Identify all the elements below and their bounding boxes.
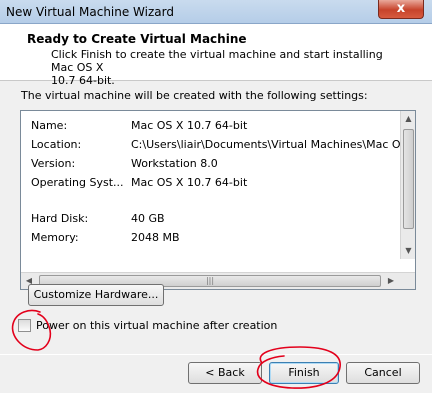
settings-key: Hard Disk:: [31, 212, 89, 225]
settings-value: 40 GB: [131, 212, 165, 225]
wizard-window: Ready to Create Virtual Machine Click Fi…: [0, 24, 432, 393]
settings-value: Workstation 8.0: [131, 157, 218, 170]
settings-list[interactable]: Name: Mac OS X 10.7 64-bit Location: C:\…: [20, 110, 416, 290]
cancel-button[interactable]: Cancel: [346, 362, 420, 384]
wizard-header: Ready to Create Virtual Machine Click Fi…: [0, 24, 432, 87]
header-description-line1: Click Finish to create the virtual machi…: [51, 48, 383, 74]
scrollbar-corner: [399, 273, 415, 289]
close-icon: x: [396, 1, 406, 16]
settings-key: Operating Syst...: [31, 176, 124, 189]
settings-key: Name:: [31, 119, 68, 132]
settings-list-content: Name: Mac OS X 10.7 64-bit Location: C:\…: [21, 111, 401, 261]
scroll-down-icon[interactable]: ▼: [401, 243, 415, 259]
settings-row-location: Location: C:\Users\liair\Documents\Virtu…: [21, 136, 401, 154]
back-button[interactable]: < Back: [188, 362, 262, 384]
scroll-right-icon[interactable]: ▶: [383, 273, 399, 289]
settings-row-version: Version: Workstation 8.0: [21, 155, 401, 173]
scroll-up-icon[interactable]: ▲: [401, 111, 415, 127]
customize-hardware-button[interactable]: Customize Hardware...: [28, 284, 164, 306]
power-on-label[interactable]: Power on this virtual machine after crea…: [36, 319, 277, 332]
header-title: Ready to Create Virtual Machine: [27, 32, 247, 46]
settings-row-os: Operating Syst... Mac OS X 10.7 64-bit: [21, 174, 401, 192]
settings-row-hard-disk: Hard Disk: 40 GB: [21, 210, 401, 228]
settings-row-memory: Memory: 2048 MB: [21, 229, 401, 247]
finish-button[interactable]: Finish: [269, 362, 339, 384]
settings-key: Version:: [31, 157, 76, 170]
vertical-scrollbar[interactable]: ▲ ▼: [400, 111, 415, 259]
power-on-checkbox[interactable]: [18, 319, 31, 332]
close-button[interactable]: x: [378, 0, 424, 19]
vertical-scroll-thumb[interactable]: [403, 129, 414, 229]
settings-intro: The virtual machine will be created with…: [21, 89, 368, 102]
header-description-line2: 10.7 64-bit.: [51, 74, 115, 87]
title-bar: New Virtual Machine Wizard x: [0, 0, 432, 24]
settings-value: Mac OS X 10.7 64-bit: [131, 176, 248, 189]
settings-value: Mac OS X 10.7 64-bit: [131, 119, 248, 132]
settings-key: Memory:: [31, 231, 79, 244]
window-title: New Virtual Machine Wizard: [6, 5, 174, 19]
settings-value: C:\Users\liair\Documents\Virtual Machine…: [131, 138, 401, 151]
settings-key: Location:: [31, 138, 82, 151]
settings-row-name: Name: Mac OS X 10.7 64-bit: [21, 117, 401, 135]
settings-value: 2048 MB: [131, 231, 180, 244]
footer-separator: [0, 354, 432, 355]
header-description: Click Finish to create the virtual machi…: [51, 48, 401, 87]
